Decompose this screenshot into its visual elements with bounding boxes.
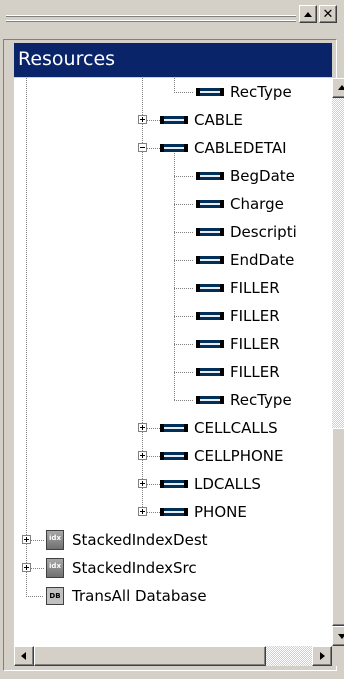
scroll-up-button[interactable] (332, 78, 344, 98)
tree-node-label: Descripti (230, 223, 297, 241)
field-icon (196, 256, 224, 264)
field-icon (196, 172, 224, 180)
tree-node-label: FILLER (230, 307, 280, 325)
tree-node-rectype-top[interactable]: RecType (14, 79, 332, 107)
field-icon (196, 368, 224, 376)
panel-close-button[interactable]: ✕ (319, 5, 337, 23)
expand-plus-icon[interactable] (22, 535, 31, 544)
field-icon (196, 200, 224, 208)
field-icon (196, 396, 224, 404)
tree-node-label: CELLCALLS (194, 419, 278, 437)
tree-node-cellphone[interactable]: CELLPHONE (14, 443, 332, 471)
scrollbar-corner (332, 646, 344, 666)
panel-title: Resources (14, 43, 332, 77)
scroll-down-button[interactable] (332, 626, 344, 646)
arrow-left-icon (21, 652, 26, 660)
field-icon (160, 116, 188, 124)
tree-node-label: BegDate (230, 167, 295, 185)
expand-plus-icon[interactable] (138, 451, 147, 460)
tree-node-cable[interactable]: CABLE (14, 107, 332, 135)
tree-node-label: EndDate (230, 251, 295, 269)
expand-plus-icon[interactable] (138, 507, 147, 516)
tree-node-rectype-2[interactable]: RecType (14, 387, 332, 415)
index-icon: idx (46, 558, 64, 578)
tree-node-description[interactable]: Descripti (14, 219, 332, 247)
tree-node-label: StackedIndexDest (72, 531, 208, 549)
close-icon: ✕ (322, 6, 334, 22)
field-icon (196, 284, 224, 292)
field-icon (196, 228, 224, 236)
tree-node-label: CELLPHONE (194, 447, 284, 465)
tree-node-label: CABLEDETAI (194, 139, 287, 157)
scroll-right-button[interactable] (312, 646, 332, 666)
tree-node-enddate[interactable]: EndDate (14, 247, 332, 275)
tree-node-begdate[interactable]: BegDate (14, 163, 332, 191)
expand-plus-icon[interactable] (138, 423, 147, 432)
tree-node-stackedindexdest[interactable]: idx StackedIndexDest (14, 527, 332, 555)
tree-node-label: CABLE (194, 111, 243, 129)
field-icon (196, 340, 224, 348)
arrow-down-icon (338, 634, 344, 639)
field-icon (160, 424, 188, 432)
horizontal-scrollbar[interactable] (14, 646, 332, 666)
resources-tree[interactable]: RecType CABLE CABLEDETAI BegDate Charge … (14, 78, 332, 646)
tree-node-label: FILLER (230, 363, 280, 381)
arrow-up-icon (338, 85, 344, 90)
field-icon (160, 144, 188, 152)
tree-node-label: RecType (230, 83, 292, 101)
tree-node-filler-1[interactable]: FILLER (14, 275, 332, 303)
tree-node-label: LDCALLS (194, 475, 261, 493)
tree-node-label: TransAll Database (72, 587, 207, 605)
horizontal-scroll-thumb[interactable] (34, 646, 266, 666)
expand-plus-icon[interactable] (138, 115, 147, 124)
panel-grip-bar[interactable] (6, 4, 296, 34)
triangle-up-icon (304, 11, 312, 17)
scroll-left-button[interactable] (14, 646, 34, 666)
tree-node-label: RecType (230, 391, 292, 409)
tree-node-label: FILLER (230, 335, 280, 353)
tree-node-label: Charge (230, 195, 284, 213)
tree-node-label: PHONE (194, 503, 247, 521)
tree-node-stackedindexsrc[interactable]: idx StackedIndexSrc (14, 555, 332, 583)
vertical-scroll-thumb[interactable] (332, 428, 344, 626)
tree-node-phone[interactable]: PHONE (14, 499, 332, 527)
tree-node-cellcalls[interactable]: CELLCALLS (14, 415, 332, 443)
field-icon (160, 480, 188, 488)
collapse-minus-icon[interactable] (138, 143, 147, 152)
arrow-right-icon (320, 652, 325, 660)
expand-plus-icon[interactable] (138, 479, 147, 488)
tree-node-charge[interactable]: Charge (14, 191, 332, 219)
database-icon: DB (46, 587, 64, 605)
index-icon: idx (46, 530, 64, 550)
field-icon (160, 452, 188, 460)
field-icon (196, 312, 224, 320)
field-icon (196, 88, 224, 96)
tree-node-ldcalls[interactable]: LDCALLS (14, 471, 332, 499)
vertical-scrollbar[interactable] (332, 78, 344, 646)
tree-node-label: FILLER (230, 279, 280, 297)
tree-node-transall-database[interactable]: DB TransAll Database (14, 583, 332, 611)
tree-node-filler-3[interactable]: FILLER (14, 331, 332, 359)
field-icon (160, 508, 188, 516)
expand-plus-icon[interactable] (22, 563, 31, 572)
tree-node-cabledetai[interactable]: CABLEDETAI (14, 135, 332, 163)
panel-scroll-up-button[interactable] (299, 5, 317, 23)
tree-node-filler-2[interactable]: FILLER (14, 303, 332, 331)
tree-node-label: StackedIndexSrc (72, 559, 197, 577)
tree-node-filler-4[interactable]: FILLER (14, 359, 332, 387)
